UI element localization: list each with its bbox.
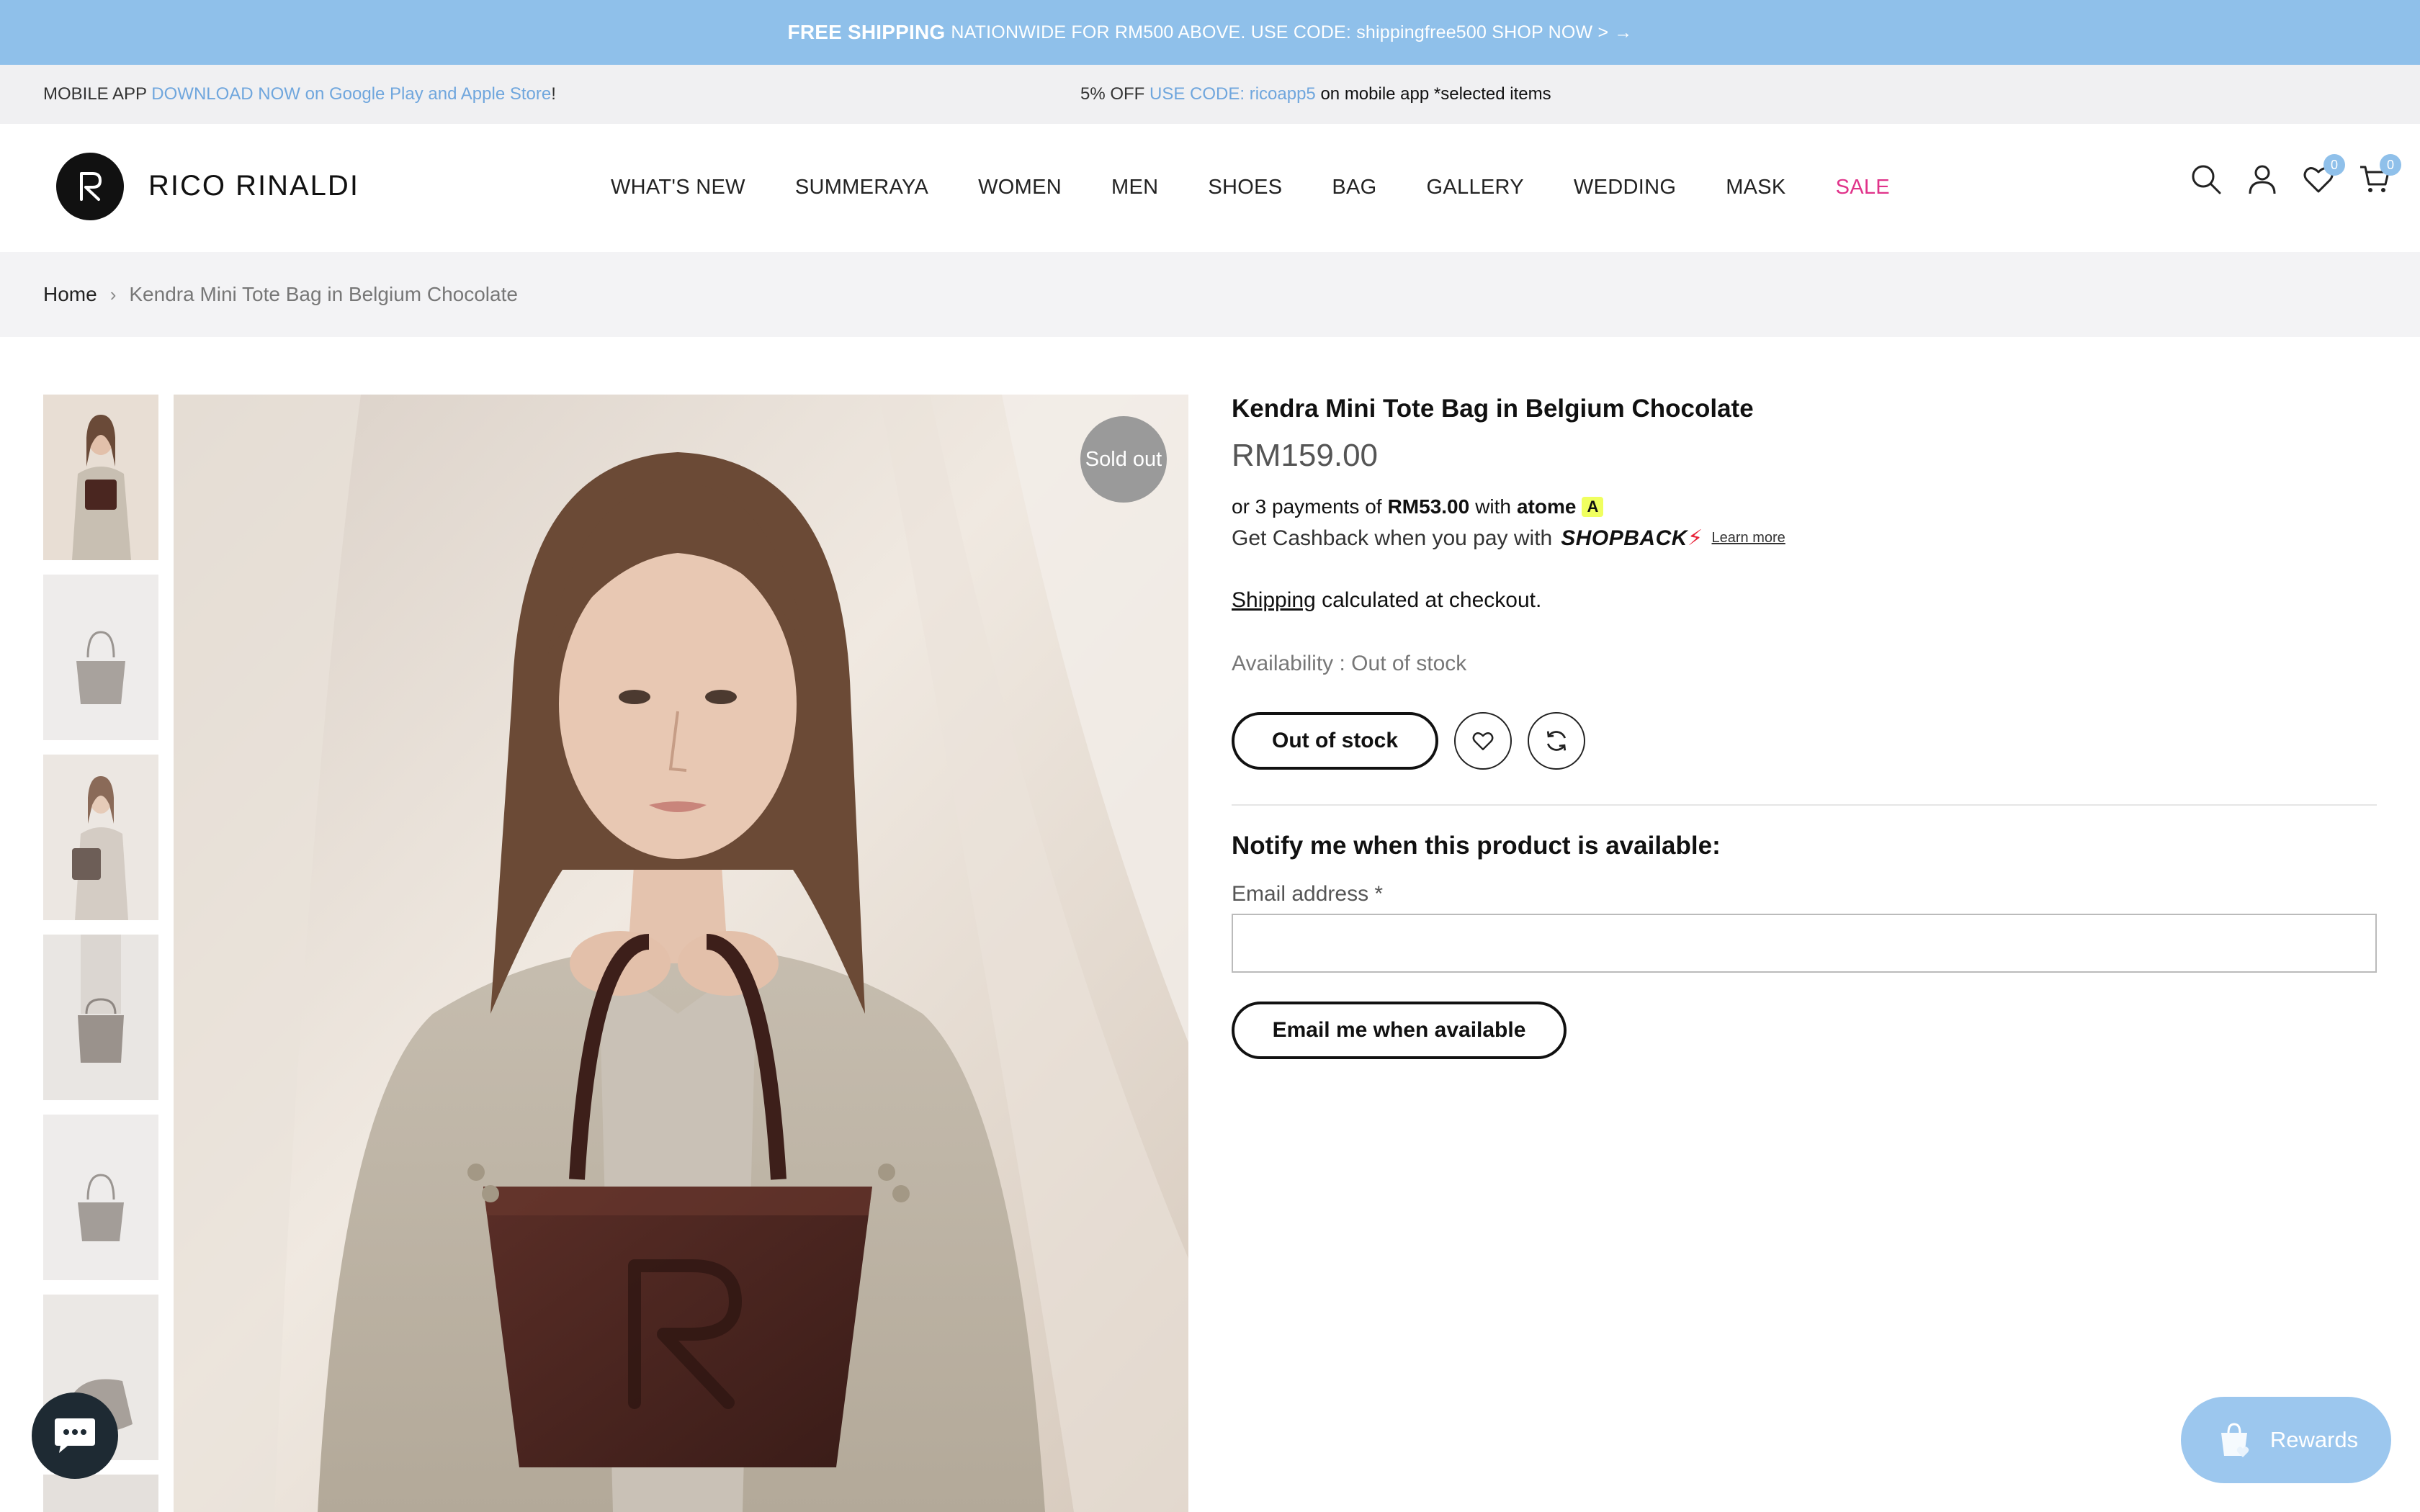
- announcement-bold: FREE SHIPPING: [787, 21, 946, 43]
- nav-bag[interactable]: BAG: [1332, 176, 1376, 199]
- shipping-rest: calculated at checkout.: [1322, 588, 1542, 612]
- rewards-button[interactable]: Rewards: [2181, 1397, 2391, 1483]
- shipping-link[interactable]: Shipping: [1232, 588, 1316, 612]
- thumbnail-model-side[interactable]: [43, 755, 158, 920]
- add-to-wishlist-button[interactable]: [1454, 712, 1512, 770]
- heart-icon: [1472, 732, 1494, 751]
- compare-button[interactable]: [1528, 712, 1586, 770]
- sold-out-badge: Sold out: [1080, 416, 1167, 503]
- site-header: RICO RINALDI WHAT'S NEW SUMMERAYA WOMEN …: [0, 124, 2420, 252]
- product-info: Kendra Mini Tote Bag in Belgium Chocolat…: [1232, 395, 2377, 1059]
- nav-shoes[interactable]: SHOES: [1208, 176, 1282, 199]
- learn-more-link[interactable]: Learn more: [1712, 530, 1785, 546]
- thumbnail-list: [43, 395, 158, 1512]
- promo-center-suffix: on mobile app *selected items: [1320, 84, 1551, 104]
- atome-logo-icon: A: [1582, 497, 1604, 517]
- shopback-cashback: Get Cashback when you pay with SHOPBACK⚡…: [1232, 526, 2377, 551]
- promo-center: 5% OFF USE CODE: ricoapp5 on mobile app …: [1080, 84, 1551, 104]
- product-price: RM159.00: [1232, 438, 1379, 473]
- promo-download-link[interactable]: DOWNLOAD NOW on Google Play and Apple St…: [151, 84, 551, 104]
- chat-icon: [55, 1418, 95, 1453]
- promo-center-prefix: 5% OFF: [1080, 84, 1145, 104]
- promo-left: MOBILE APP DOWNLOAD NOW on Google Play a…: [43, 84, 556, 104]
- brand-logo-icon[interactable]: [56, 153, 124, 220]
- rewards-label: Rewards: [2269, 1427, 2359, 1452]
- product-photo: [174, 395, 1188, 1512]
- cart-button[interactable]: 0: [2357, 154, 2401, 197]
- announcement-arrow: →: [1614, 22, 1633, 42]
- atome-brand[interactable]: atome: [1517, 495, 1576, 518]
- nav-sale[interactable]: SALE: [1836, 176, 1890, 199]
- cart-count-badge: 0: [2380, 154, 2401, 176]
- refresh-icon: [1546, 731, 1567, 751]
- thumbnail-bag-front[interactable]: [43, 575, 158, 740]
- email-field[interactable]: [1232, 914, 2377, 973]
- shopback-text: Get Cashback when you pay with: [1232, 526, 1553, 550]
- thumbnail-more[interactable]: [43, 1475, 158, 1512]
- atome-prefix: or 3 payments of: [1232, 495, 1382, 518]
- promo-code: USE CODE: ricoapp5: [1150, 84, 1316, 104]
- breadcrumb: Home › Kendra Mini Tote Bag in Belgium C…: [0, 252, 2420, 337]
- brand-name[interactable]: RICO RINALDI: [148, 170, 359, 202]
- promo-left-prefix: MOBILE APP: [43, 84, 147, 104]
- nav-summeraya[interactable]: SUMMERAYA: [795, 176, 928, 199]
- product-actions: Out of stock: [1232, 712, 2377, 770]
- shopping-bag-heart-icon: [2220, 1423, 2249, 1457]
- announcement-bar[interactable]: FREE SHIPPING NATIONWIDE FOR RM500 ABOVE…: [0, 0, 2420, 65]
- email-label: Email address *: [1232, 882, 1384, 906]
- breadcrumb-current: Kendra Mini Tote Bag in Belgium Chocolat…: [129, 283, 518, 305]
- atome-with: with: [1475, 495, 1511, 518]
- email-me-button[interactable]: Email me when available: [1232, 1002, 1567, 1059]
- out-of-stock-button[interactable]: Out of stock: [1232, 712, 1439, 770]
- divider: [1232, 804, 2377, 806]
- availability: Availability : Out of stock: [1232, 652, 1467, 675]
- main-product-image[interactable]: Sold out: [174, 395, 1188, 1512]
- shipping-note: Shipping calculated at checkout.: [1232, 588, 2377, 613]
- promo-strip: MOBILE APP DOWNLOAD NOW on Google Play a…: [0, 65, 2420, 124]
- account-icon[interactable]: [2244, 161, 2280, 197]
- breadcrumb-home[interactable]: Home: [43, 283, 97, 306]
- wishlist-count-badge: 0: [2323, 154, 2345, 176]
- thumbnail-bag-angle[interactable]: [43, 1115, 158, 1280]
- nav-mask[interactable]: MASK: [1726, 176, 1785, 199]
- nav-men[interactable]: MEN: [1111, 176, 1158, 199]
- nav-whats-new[interactable]: WHAT'S NEW: [611, 176, 745, 199]
- atome-amount: RM53.00: [1387, 495, 1470, 518]
- shopback-logo: SHOPBACK⚡: [1561, 526, 1703, 550]
- nav-wedding[interactable]: WEDDING: [1574, 176, 1676, 199]
- notify-title: Notify me when this product is available…: [1232, 832, 1721, 860]
- product-title: Kendra Mini Tote Bag in Belgium Chocolat…: [1232, 395, 1754, 423]
- chat-button[interactable]: [32, 1392, 118, 1479]
- chevron-right-icon: ›: [109, 283, 117, 305]
- search-icon[interactable]: [2188, 161, 2224, 197]
- nav-gallery[interactable]: GALLERY: [1427, 176, 1524, 199]
- announcement-text: NATIONWIDE FOR RM500 ABOVE. USE CODE: sh…: [951, 22, 1609, 42]
- wishlist-button[interactable]: 0: [2300, 154, 2345, 197]
- thumbnail-model-front[interactable]: [43, 395, 158, 560]
- main-nav: WHAT'S NEW SUMMERAYA WOMEN MEN SHOES BAG…: [611, 176, 1940, 199]
- header-icons: 0 0: [2188, 154, 2401, 197]
- promo-left-suffix: !: [551, 84, 556, 104]
- atome-installment: or 3 payments of RM53.00 with atome A: [1232, 495, 2377, 518]
- nav-women[interactable]: WOMEN: [978, 176, 1062, 199]
- thumbnail-bag-carry[interactable]: [43, 935, 158, 1100]
